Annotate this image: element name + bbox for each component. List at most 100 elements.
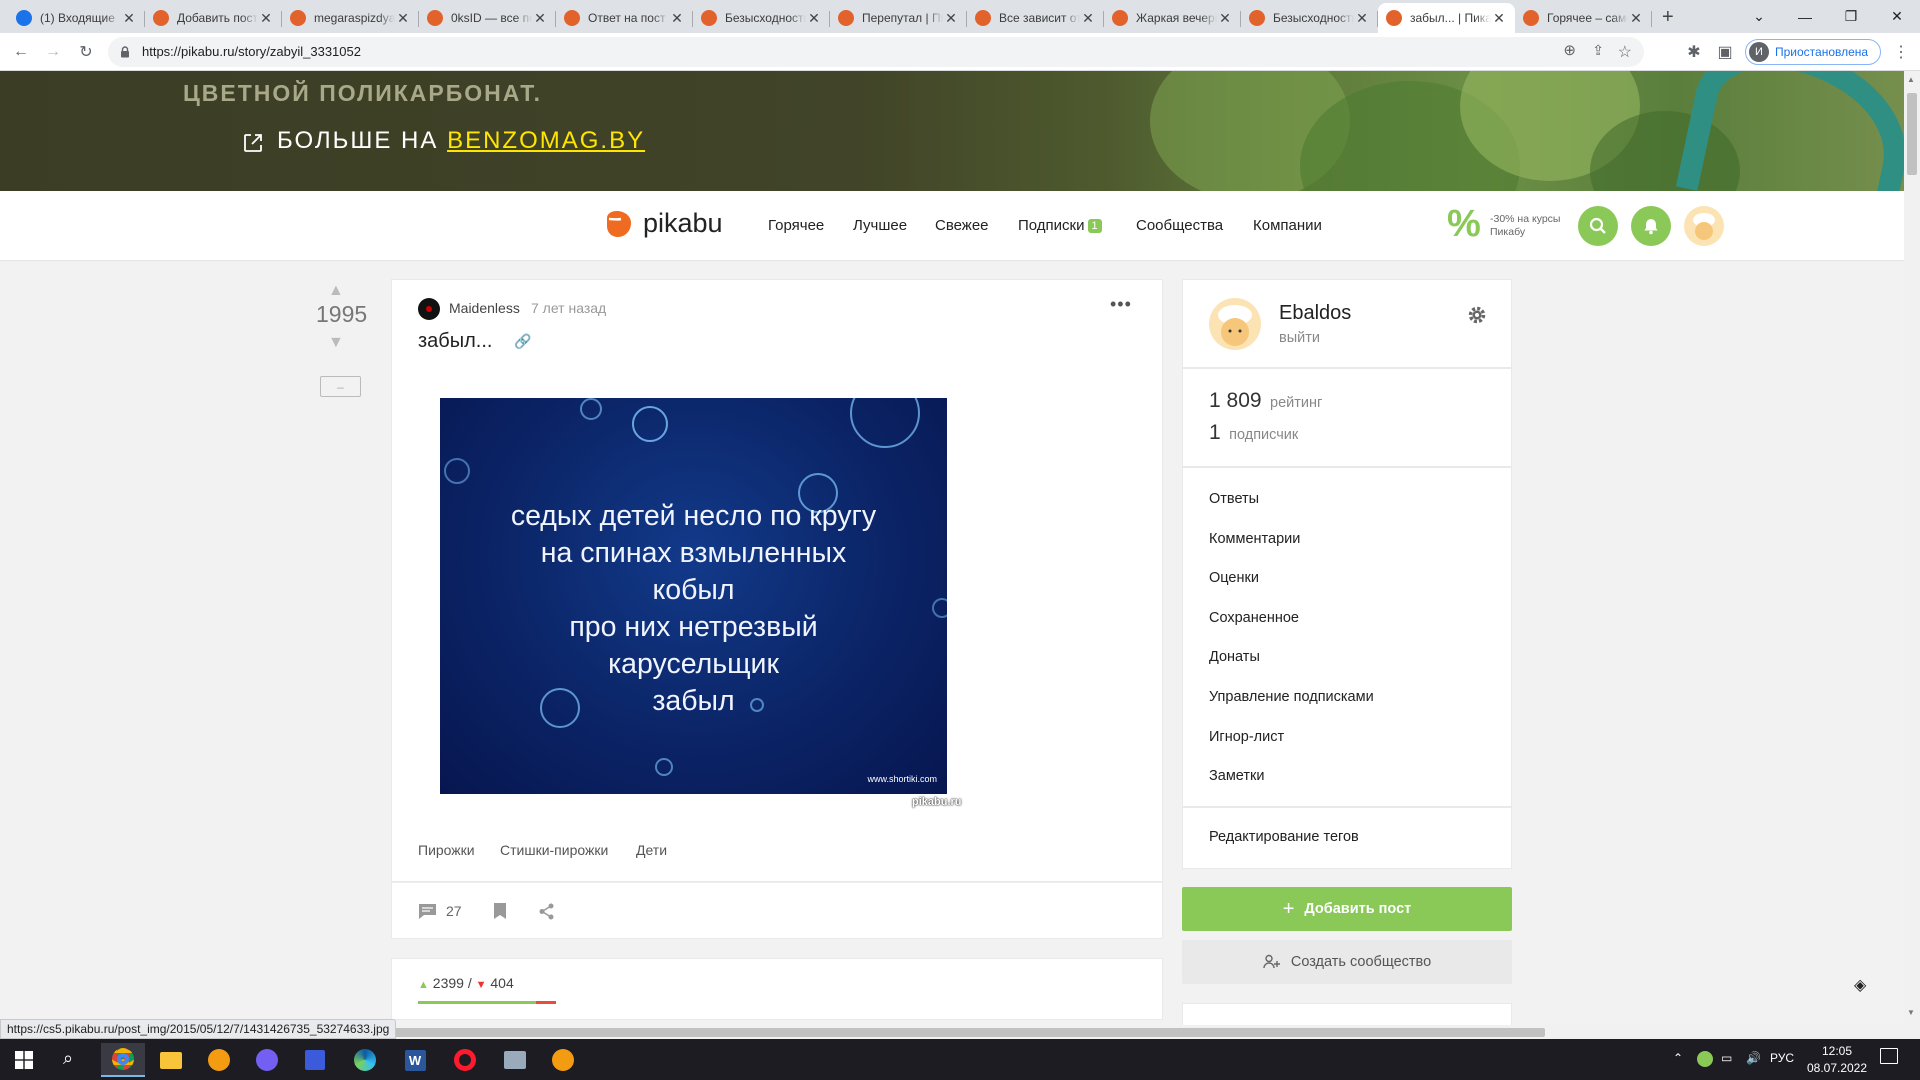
tray-chevron-icon[interactable]: ⌃ xyxy=(1673,1051,1683,1065)
tab-close-icon[interactable]: ✕ xyxy=(1491,10,1507,27)
tab-close-icon[interactable]: ✕ xyxy=(806,10,822,27)
vertical-scroll-thumb[interactable] xyxy=(1907,93,1917,175)
tab-close-icon[interactable]: ✕ xyxy=(1354,10,1370,27)
nav-best[interactable]: Лучшее xyxy=(853,217,907,234)
menu-saved[interactable]: Сохраненное xyxy=(1209,610,1299,626)
browser-tab[interactable]: Безысходность ✕ xyxy=(1241,3,1378,33)
browser-tab[interactable]: Безысходность ✕ xyxy=(693,3,830,33)
browser-tab[interactable]: Все зависит от ✕ xyxy=(967,3,1104,33)
pikabu-app-icon[interactable] xyxy=(197,1043,241,1077)
address-bar[interactable]: https://pikabu.ru/story/zabyil_3331052 ☆… xyxy=(108,37,1644,67)
tab-close-icon[interactable]: ✕ xyxy=(943,10,959,27)
collapse-post-button[interactable]: – xyxy=(320,376,361,397)
percent-promo-icon[interactable]: % xyxy=(1447,204,1481,244)
tab-search-icon[interactable]: ⌄ xyxy=(1736,0,1782,33)
tag-pirozhki[interactable]: Пирожки xyxy=(418,842,475,858)
ad-banner[interactable]: ЦВЕТНОЙ ПОЛИКАРБОНАТ. БОЛЬШЕ НА BENZOMAG… xyxy=(0,71,1904,191)
browser-tab[interactable]: Добавить пост ✕ xyxy=(145,3,282,33)
rating-stat[interactable]: 1 809 рейтинг xyxy=(1209,389,1322,413)
minimize-icon[interactable]: — xyxy=(1782,0,1828,33)
profile-username[interactable]: Ebaldos xyxy=(1279,302,1351,325)
menu-answers[interactable]: Ответы xyxy=(1209,491,1259,507)
browser-tab[interactable]: Жаркая вечеринка✕ xyxy=(1104,3,1241,33)
forward-icon[interactable]: → xyxy=(42,41,64,63)
reload-icon[interactable]: ↻ xyxy=(75,41,97,63)
browser-tab[interactable]: megaraspizdyai ✕ xyxy=(282,3,419,33)
browser-tab[interactable]: Ответ на пост ✕ xyxy=(556,3,693,33)
banner-link-domain[interactable]: BENZOMAG.BY xyxy=(447,127,645,154)
post-link-icon[interactable]: 🔗 xyxy=(514,333,531,350)
save-bookmark-icon[interactable] xyxy=(493,902,507,920)
author-avatar[interactable] xyxy=(418,298,440,320)
browser-tab[interactable]: Перепутал | Пикабу✕ xyxy=(830,3,967,33)
comments-count[interactable]: 27 xyxy=(446,903,462,919)
edge-icon[interactable] xyxy=(343,1043,387,1077)
menu-ratings[interactable]: Оценки xyxy=(1209,570,1259,586)
word-icon[interactable]: W xyxy=(393,1043,437,1077)
comments-icon[interactable] xyxy=(418,903,437,920)
scroll-down-icon[interactable]: ▼ xyxy=(1907,1008,1915,1017)
tag-stishki-pirozhki[interactable]: Стишки-пирожки xyxy=(500,842,608,858)
menu-notes[interactable]: Заметки xyxy=(1209,768,1264,784)
archive-app-icon[interactable] xyxy=(493,1043,537,1077)
browser-tab[interactable]: Горячее – самое✕ xyxy=(1515,3,1652,33)
gear-icon[interactable] xyxy=(1467,305,1487,325)
promo-text[interactable]: -30% на курсы Пикабу xyxy=(1490,213,1560,239)
menu-ignore-list[interactable]: Игнор-лист xyxy=(1209,729,1284,745)
zoom-icon[interactable]: ⊕ xyxy=(1563,41,1576,59)
menu-edit-tags[interactable]: Редактирование тегов xyxy=(1209,829,1359,845)
create-community-button[interactable]: Создать сообщество xyxy=(1182,940,1512,984)
lock-icon[interactable] xyxy=(120,46,130,58)
tab-close-icon[interactable]: ✕ xyxy=(258,10,274,27)
volume-icon[interactable]: 🔊 xyxy=(1746,1051,1761,1065)
tray-app-icon[interactable] xyxy=(1697,1051,1713,1067)
taskbar-search-icon[interactable]: ⌕ xyxy=(63,1048,73,1069)
scroll-up-icon[interactable]: ▲ xyxy=(1907,75,1915,84)
tab-close-icon[interactable]: ✕ xyxy=(669,10,685,27)
chrome-app-icon[interactable] xyxy=(101,1043,145,1077)
browser-menu-icon[interactable]: ⋮ xyxy=(1890,41,1912,63)
network-icon[interactable]: ▭ xyxy=(1721,1051,1732,1065)
clock[interactable]: 12:05 08.07.2022 xyxy=(1806,1043,1868,1077)
notification-center-icon[interactable] xyxy=(1880,1048,1898,1064)
tab-close-icon[interactable]: ✕ xyxy=(1080,10,1096,27)
share-post-icon[interactable] xyxy=(538,903,555,920)
nav-fresh[interactable]: Свежее xyxy=(935,217,989,234)
back-icon[interactable]: ← xyxy=(10,41,32,63)
horizontal-scroll-thumb[interactable] xyxy=(370,1028,1545,1037)
pikabu-logo-icon[interactable] xyxy=(603,208,635,240)
banner-link[interactable]: БОЛЬШЕ НА BENZOMAG.BY xyxy=(277,127,645,155)
opera-icon[interactable] xyxy=(443,1043,487,1077)
post-image[interactable]: седых детей несло по кругу на спинах взм… xyxy=(440,398,947,794)
windows-start-icon[interactable] xyxy=(15,1051,33,1069)
post-title[interactable]: забыл... xyxy=(418,330,492,353)
add-post-button[interactable]: + Добавить пост xyxy=(1182,887,1512,931)
post-time[interactable]: 7 лет назад xyxy=(531,300,606,316)
site-logo-text[interactable]: pikabu xyxy=(643,208,723,239)
nav-companies[interactable]: Компании xyxy=(1253,217,1322,234)
menu-manage-subscriptions[interactable]: Управление подписками xyxy=(1209,689,1374,705)
post-menu-icon[interactable]: ••• xyxy=(1110,294,1132,315)
theme-paint-icon[interactable]: ◈ xyxy=(1854,975,1866,995)
tab-close-icon[interactable]: ✕ xyxy=(532,10,548,27)
tab-close-icon[interactable]: ✕ xyxy=(395,10,411,27)
pikabu-app-icon-2[interactable] xyxy=(541,1043,585,1077)
nav-hot[interactable]: Горячее xyxy=(768,217,824,234)
nav-subscriptions[interactable]: Подписки 1 xyxy=(1018,217,1102,234)
upvote-icon[interactable]: ▲ xyxy=(328,282,344,300)
vertical-scrollbar[interactable]: ▲ ▼ xyxy=(1904,71,1920,1039)
logout-link[interactable]: выйти xyxy=(1279,330,1320,346)
tab-close-icon[interactable]: ✕ xyxy=(121,10,137,27)
profile-button[interactable]: И Приостановлена xyxy=(1745,39,1881,65)
share-icon[interactable]: ⇪ xyxy=(1592,42,1604,59)
profile-avatar-large[interactable] xyxy=(1209,298,1261,350)
browser-tab[interactable]: 0ksID — все посты✕ xyxy=(419,3,556,33)
nav-communities[interactable]: Сообщества xyxy=(1136,217,1223,234)
menu-donations[interactable]: Донаты xyxy=(1209,649,1260,665)
post-author[interactable]: Maidenless xyxy=(449,300,520,316)
menu-comments[interactable]: Комментарии xyxy=(1209,531,1300,547)
notifications-button[interactable] xyxy=(1631,206,1671,246)
browser-tab[interactable]: (1) Входящие ✕ xyxy=(8,3,145,33)
search-button[interactable] xyxy=(1578,206,1618,246)
browser-tab[interactable]: забыл... | Пикабу✕ xyxy=(1378,3,1515,33)
